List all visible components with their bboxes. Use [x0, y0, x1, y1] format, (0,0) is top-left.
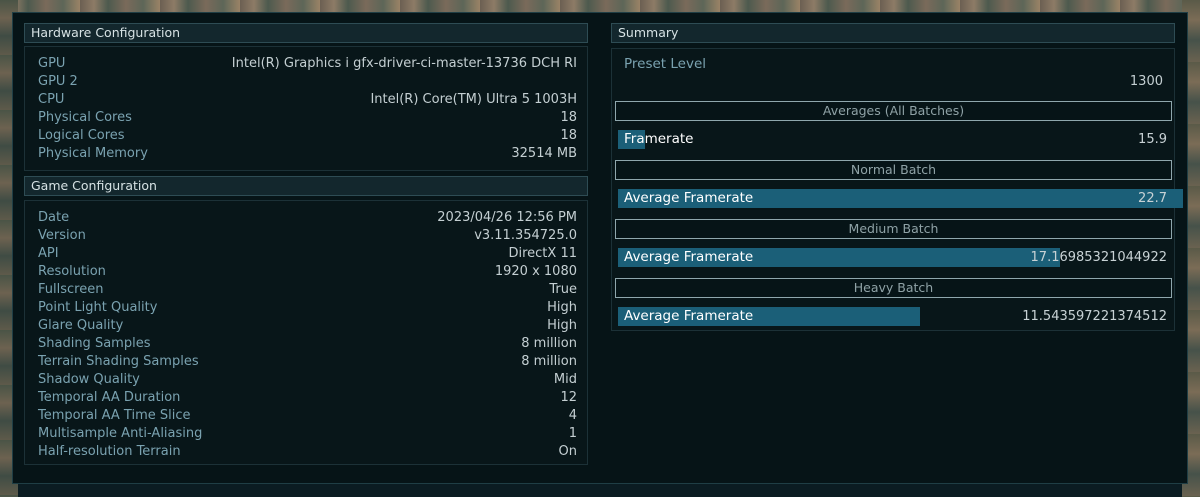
averages-batch-header: Averages (All Batches) — [615, 101, 1172, 121]
results-window: Hardware Configuration GPU Intel(R) Grap… — [12, 12, 1188, 484]
row-label: Multisample Anti-Aliasing — [38, 426, 203, 441]
framerate-value: 11.543597221374512 — [1022, 309, 1167, 324]
row-label: Terrain Shading Samples — [38, 354, 199, 369]
row-value: v3.11.354725.0 — [474, 228, 577, 243]
row-label: Physical Memory — [38, 146, 148, 161]
framerate-value: 15.9 — [1138, 132, 1167, 147]
game-row-temporal-aa-time-slice: Temporal AA Time Slice 4 — [38, 407, 577, 425]
row-value: Intel(R) Graphics i gfx-driver-ci-master… — [231, 56, 577, 71]
medium-framerate-row: Average Framerate 17.16985321044922 — [618, 248, 1183, 267]
preset-level-label: Preset Level — [624, 56, 707, 72]
hardware-row-physical-memory: Physical Memory 32514 MB — [38, 145, 577, 163]
hardware-row-logical-cores: Logical Cores 18 — [38, 127, 577, 145]
row-label: Fullscreen — [38, 282, 104, 297]
framerate-label: Framerate — [624, 131, 694, 147]
row-label: CPU — [38, 92, 65, 107]
row-value: 32514 MB — [511, 146, 577, 161]
row-value: On — [558, 444, 577, 459]
hardware-config-panel: GPU Intel(R) Graphics i gfx-driver-ci-ma… — [24, 46, 588, 171]
averages-framerate-row: Framerate 15.9 — [618, 130, 1183, 149]
row-label: Logical Cores — [38, 128, 125, 143]
game-row-half-resolution-terrain: Half-resolution Terrain On — [38, 443, 577, 461]
row-label: Version — [38, 228, 86, 243]
game-row-msaa: Multisample Anti-Aliasing 1 — [38, 425, 577, 443]
row-value: 4 — [568, 408, 577, 423]
summary-header: Summary — [611, 23, 1175, 43]
row-label: Physical Cores — [38, 110, 132, 125]
game-config-header: Game Configuration — [24, 176, 588, 196]
game-row-version: Version v3.11.354725.0 — [38, 227, 577, 245]
game-row-shadow-quality: Shadow Quality Mid — [38, 371, 577, 389]
row-value: High — [547, 318, 577, 333]
row-label: Temporal AA Time Slice — [38, 408, 191, 423]
row-value: Intel(R) Core(TM) Ultra 5 1003H — [370, 92, 577, 107]
row-value: Mid — [553, 372, 577, 387]
row-label: GPU — [38, 56, 66, 71]
game-config-panel: Date 2023/04/26 12:56 PM Version v3.11.3… — [24, 200, 588, 465]
summary-panel: Preset Level 1300 Averages (All Batches)… — [611, 48, 1183, 331]
game-row-terrain-shading-samples: Terrain Shading Samples 8 million — [38, 353, 577, 371]
hardware-row-cpu: CPU Intel(R) Core(TM) Ultra 5 1003H — [38, 91, 577, 109]
hardware-row-gpu: GPU Intel(R) Graphics i gfx-driver-ci-ma… — [38, 55, 577, 73]
game-row-resolution: Resolution 1920 x 1080 — [38, 263, 577, 281]
row-value: DirectX 11 — [508, 246, 577, 261]
game-row-glare-quality: Glare Quality High — [38, 317, 577, 335]
row-label: Date — [38, 210, 70, 225]
row-label: Point Light Quality — [38, 300, 158, 315]
game-row-date: Date 2023/04/26 12:56 PM — [38, 209, 577, 227]
game-row-shading-samples: Shading Samples 8 million — [38, 335, 577, 353]
heavy-framerate-row: Average Framerate 11.543597221374512 — [618, 307, 1183, 326]
heavy-batch-header: Heavy Batch — [615, 278, 1172, 298]
game-row-temporal-aa-duration: Temporal AA Duration 12 — [38, 389, 577, 407]
hardware-row-gpu2: GPU 2 — [38, 73, 577, 91]
game-row-point-light-quality: Point Light Quality High — [38, 299, 577, 317]
row-label: GPU 2 — [38, 74, 78, 89]
row-value: 12 — [560, 390, 577, 405]
row-label: Half-resolution Terrain — [38, 444, 181, 459]
row-value: True — [549, 282, 577, 297]
game-row-fullscreen: Fullscreen True — [38, 281, 577, 299]
row-value: 1 — [568, 426, 577, 441]
row-label: Glare Quality — [38, 318, 124, 333]
row-value: 1920 x 1080 — [494, 264, 577, 279]
normal-framerate-row: Average Framerate 22.7 — [618, 189, 1183, 208]
preset-level-value: 1300 — [1129, 74, 1163, 89]
row-label: API — [38, 246, 59, 261]
row-value: High — [547, 300, 577, 315]
medium-batch-header: Medium Batch — [615, 219, 1172, 239]
row-value: 8 million — [521, 354, 577, 369]
row-value: 8 million — [521, 336, 577, 351]
framerate-label: Average Framerate — [624, 249, 754, 265]
hardware-row-physical-cores: Physical Cores 18 — [38, 109, 577, 127]
framerate-value: 17.16985321044922 — [1030, 250, 1167, 265]
game-row-api: API DirectX 11 — [38, 245, 577, 263]
hardware-config-header: Hardware Configuration — [24, 23, 588, 43]
row-value: 18 — [560, 110, 577, 125]
row-label: Temporal AA Duration — [38, 390, 181, 405]
row-label: Shadow Quality — [38, 372, 140, 387]
row-value: 18 — [560, 128, 577, 143]
row-value: 2023/04/26 12:56 PM — [437, 210, 577, 225]
row-label: Resolution — [38, 264, 106, 279]
normal-batch-header: Normal Batch — [615, 160, 1172, 180]
framerate-label: Average Framerate — [624, 190, 754, 206]
framerate-value: 22.7 — [1138, 191, 1167, 206]
row-label: Shading Samples — [38, 336, 151, 351]
framerate-label: Average Framerate — [624, 308, 754, 324]
